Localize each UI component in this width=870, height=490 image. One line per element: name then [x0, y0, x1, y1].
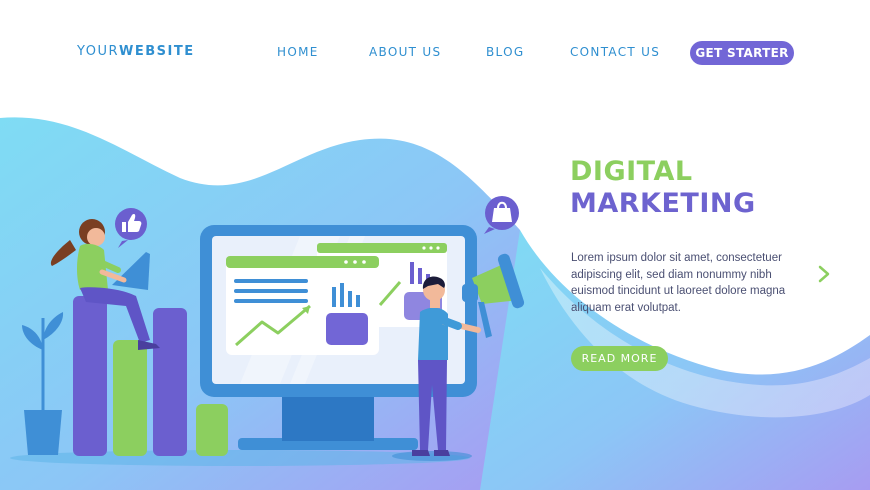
nav-link-home[interactable]: HOME	[277, 45, 319, 59]
shopping-bag-icon	[484, 196, 519, 234]
thumbs-up-icon	[115, 208, 147, 248]
get-starter-button[interactable]: GET STARTER	[690, 41, 794, 65]
logo[interactable]: YOURWEBSITE	[77, 44, 195, 59]
hero-title-line2: MARKETING	[570, 188, 756, 219]
navbar: YOURWEBSITE HOME ABOUT US BLOG CONTACT U…	[0, 0, 870, 100]
nav-link-about-us[interactable]: ABOUT US	[369, 45, 441, 59]
read-more-button[interactable]: READ MORE	[571, 346, 668, 371]
hero-title-line1: DIGITAL	[570, 156, 693, 187]
nav-link-contact-us[interactable]: CONTACT US	[570, 45, 660, 59]
plant-decoration	[22, 312, 64, 455]
logo-prefix: YOUR	[77, 44, 120, 59]
hero-description: Lorem ipsum dolor sit amet, consectetuer…	[571, 252, 786, 314]
logo-bold: WEBSITE	[119, 44, 195, 59]
nav-link-blog[interactable]: BLOG	[486, 45, 524, 59]
chevron-right-icon[interactable]	[814, 263, 834, 285]
hero-title: DIGITAL MARKETING	[570, 156, 756, 220]
